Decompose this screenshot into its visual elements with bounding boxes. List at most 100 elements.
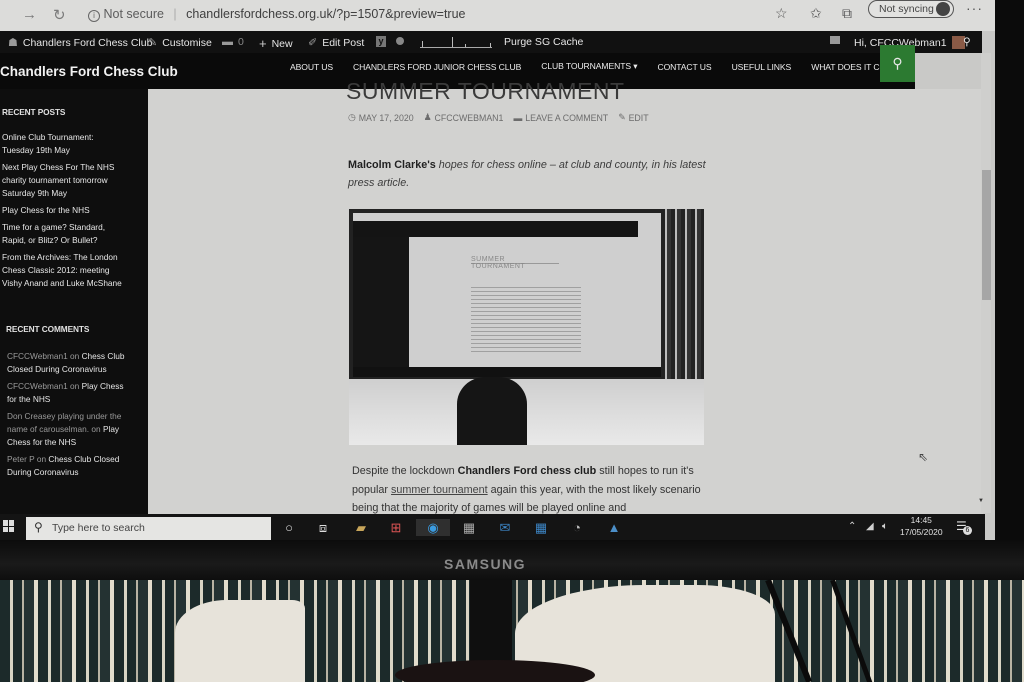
recent-comments-title: RECENT COMMENTS (6, 324, 90, 334)
tray-overflow-icon[interactable]: ⌃ (848, 521, 856, 532)
purge-cache-link[interactable]: Purge SG Cache (504, 36, 583, 48)
customise-link[interactable]: ✎ Customise (148, 36, 212, 50)
comment-author[interactable]: Peter P (7, 454, 35, 464)
network-app-icon[interactable]: ▦ (460, 519, 478, 536)
comment-author[interactable]: CFCCWebman1 (7, 381, 68, 391)
comment-author[interactable]: CFCCWebman1 (7, 351, 68, 361)
refresh-icon[interactable]: ↻ (53, 6, 66, 24)
body-bold: Chandlers Ford chess club (457, 465, 597, 477)
recent-post-item[interactable]: Online Club Tournament: Tuesday 19th May (2, 131, 122, 157)
leave-comment-link[interactable]: ▬ LEAVE A COMMENT (513, 112, 608, 123)
comment-icon: ▬ (513, 112, 523, 123)
comment-count: 0 (238, 36, 244, 48)
yoast-seo-icon[interactable]: y (376, 36, 386, 47)
edit-post-label: Edit Post (322, 36, 365, 49)
menu-contact-us[interactable]: CONTACT US (657, 62, 711, 72)
primary-menu: ABOUT US CHANDLERS FORD JUNIOR CHESS CLU… (290, 61, 902, 72)
store-icon[interactable]: ⊞ (387, 519, 405, 536)
action-center-icon[interactable]: ☰ 6 (956, 519, 972, 535)
edit-text: EDIT (628, 112, 649, 123)
image-inner-title: SUMMER TOURNAMENT (471, 256, 559, 270)
stats-sparkline[interactable] (420, 35, 492, 48)
security-label: Not secure (103, 7, 164, 21)
calendar-icon[interactable]: ▦ (532, 519, 550, 536)
sync-label: Not syncing (879, 3, 934, 15)
volume-icon[interactable]: 🔈︎ (882, 521, 888, 532)
comments-link[interactable]: ▬ 0 (222, 36, 244, 48)
post-featured-image[interactable]: SUMMER TOURNAMENT (349, 209, 704, 445)
profile-sync-button[interactable]: Not syncing (868, 0, 954, 18)
address-separator: | (173, 7, 177, 21)
menu-about-us[interactable]: ABOUT US (290, 62, 333, 72)
admin-search-icon[interactable]: ⚲ (963, 36, 971, 48)
comment-on: on (34, 454, 49, 464)
post-author-text: CFCCWEBMAN1 (434, 112, 504, 123)
taskbar-search-input[interactable]: ⚲ Type here to search (26, 517, 271, 540)
lead-bold: Malcolm Clarke's (348, 159, 436, 171)
post-author[interactable]: ♟ CFCCWEBMAN1 (424, 112, 504, 123)
monitor-screen: → ↻ i Not secure | chandlersfordchess.or… (0, 0, 995, 540)
post-lead: Malcolm Clarke's hopes for chess online … (348, 156, 708, 192)
dashboard-icon: ☗ (8, 37, 18, 49)
brush-icon: ✎ (148, 37, 158, 49)
task-view-icon[interactable]: ⧈ (314, 519, 332, 536)
favorites-list-icon[interactable]: ✩ (810, 5, 822, 22)
image-inner-text (471, 284, 581, 354)
url-text[interactable]: chandlersfordchess.org.uk/?p=1507&previe… (186, 7, 465, 21)
recent-posts-list: Online Club Tournament: Tuesday 19th May… (2, 131, 148, 290)
site-search-button[interactable]: ⚲ (880, 45, 915, 82)
cortana-icon[interactable]: ○ (280, 519, 298, 536)
file-explorer-icon[interactable]: ▰ (352, 519, 370, 536)
recent-post-item[interactable]: Next Play Chess For The NHS charity tour… (2, 161, 122, 200)
address-bar[interactable]: i Not secure | chandlersfordchess.org.uk… (88, 7, 466, 22)
post-title: SUMMER TOURNAMENT (346, 78, 625, 104)
admin-site-link[interactable]: ☗ Chandlers Ford Chess Club (8, 36, 152, 50)
recent-post-item[interactable]: Play Chess for the NHS (2, 204, 122, 217)
summer-tournament-link[interactable]: summer tournament (391, 484, 488, 496)
recent-comment-item: Peter P on Chess Club Closed During Coro… (7, 453, 132, 479)
seo-status-dot-icon (396, 37, 404, 45)
monitor-bezel-right (995, 0, 1024, 540)
mail-icon[interactable]: ✉ (496, 519, 514, 536)
site-title[interactable]: Chandlers Ford Chess Club (0, 64, 178, 79)
windows-start-icon[interactable] (3, 520, 15, 532)
alarms-clock-icon[interactable]: ◔ (568, 519, 586, 536)
favorite-star-icon[interactable]: ☆ (775, 5, 788, 22)
profile-avatar (936, 2, 950, 16)
browser-toolbar: → ↻ i Not secure | chandlersfordchess.or… (0, 0, 995, 31)
image-stand (457, 377, 527, 445)
recent-post-item[interactable]: From the Archives: The London Chess Clas… (2, 251, 122, 290)
search-icon: ⚲ (34, 520, 43, 534)
edit-post-link[interactable]: ✐ Edit Post (308, 36, 365, 50)
post-body: Despite the lockdown Chandlers Ford ches… (352, 462, 712, 518)
menu-useful-links[interactable]: USEFUL LINKS (732, 62, 792, 72)
menu-junior-chess-club[interactable]: CHANDLERS FORD JUNIOR CHESS CLUB (353, 62, 521, 72)
comment-on: on (67, 351, 82, 361)
wp-admin-bar: ☗ Chandlers Ford Chess Club ✎ Customise … (0, 31, 982, 53)
comment-icon: ▬ (222, 36, 233, 48)
menu-club-tournaments[interactable]: CLUB TOURNAMENTS ▾ (541, 61, 637, 72)
recent-post-item[interactable]: Time for a game? Standard, Rapid, or Bli… (2, 221, 122, 247)
forward-icon[interactable]: → (22, 6, 37, 23)
scrollbar-thumb[interactable] (982, 170, 991, 300)
post-date[interactable]: ◷ MAY 17, 2020 (348, 112, 414, 123)
more-menu-icon[interactable]: ··· (966, 0, 983, 16)
recent-comment-item: CFCCWebman1 on Chess Club Closed During … (7, 350, 132, 376)
notification-badge: 6 (963, 526, 972, 535)
clock-icon: ◷ (348, 112, 356, 122)
recent-comments-list: CFCCWebman1 on Chess Club Closed During … (2, 350, 148, 479)
image-inner-sidebar (353, 237, 409, 367)
scroll-down-arrow-icon[interactable]: ▼ (978, 498, 984, 504)
collections-icon[interactable]: ⧉ (842, 5, 852, 22)
window-light-left (175, 600, 305, 682)
edge-browser-icon[interactable]: ◉ (416, 519, 450, 536)
info-icon[interactable]: i (88, 10, 100, 22)
notification-icon[interactable] (830, 36, 840, 44)
wifi-icon[interactable]: ◢ (866, 521, 874, 532)
new-label: New (271, 37, 293, 50)
post-date-text: MAY 17, 2020 (358, 112, 414, 123)
new-content-link[interactable]: + New (259, 36, 293, 51)
edit-link[interactable]: ✎ EDIT (618, 112, 648, 123)
photos-icon[interactable]: ▲ (605, 519, 623, 536)
taskbar-clock[interactable]: 14:45 17/05/2020 (900, 514, 943, 538)
